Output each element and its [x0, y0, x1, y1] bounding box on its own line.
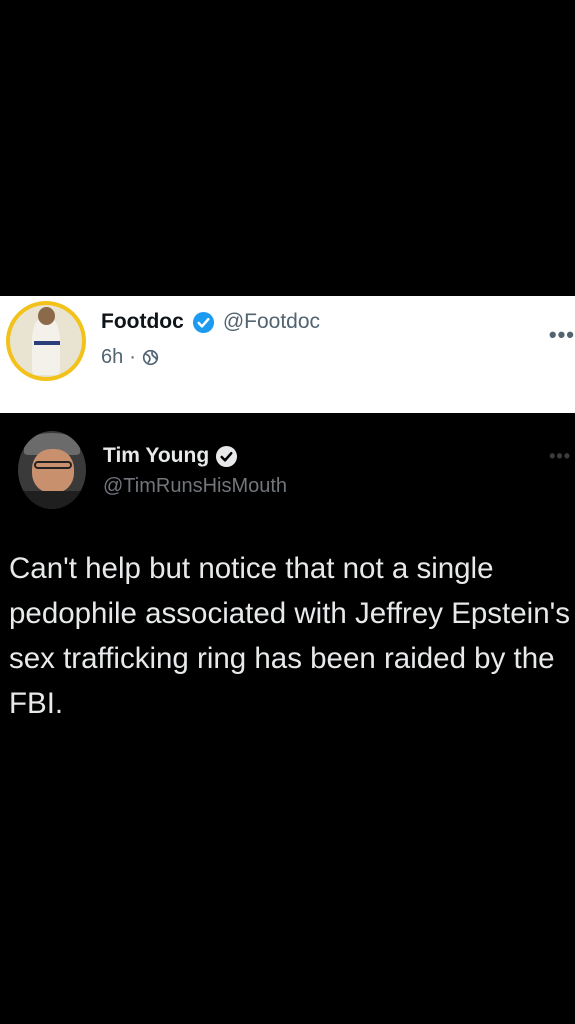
quoted-author-name[interactable]: Tim Young — [103, 444, 209, 468]
meta-separator: · — [129, 346, 136, 368]
avatar-shirt — [18, 491, 86, 509]
avatar[interactable] — [6, 301, 86, 381]
quoted-post-text: Can't help but notice that not a single … — [9, 552, 571, 720]
avatar-face — [32, 449, 74, 493]
quoted-author-row: Tim Young — [103, 444, 238, 468]
quoted-avatar[interactable] — [18, 431, 86, 509]
quoted-more-options-button[interactable]: ••• — [549, 446, 571, 467]
author-name[interactable]: Footdoc — [101, 310, 184, 334]
more-options-button[interactable]: ••• — [549, 322, 575, 348]
avatar-head — [38, 307, 55, 325]
avatar-figure — [32, 317, 60, 375]
author-row: Footdoc @Footdoc — [101, 310, 320, 334]
globe-icon — [142, 349, 159, 366]
verified-badge-icon — [216, 445, 238, 467]
avatar-shirt-stripe — [34, 341, 60, 345]
verified-badge-icon — [192, 311, 214, 333]
avatar-glasses — [34, 461, 72, 469]
author-handle[interactable]: @Footdoc — [223, 310, 320, 334]
post-meta: 6h · — [101, 346, 159, 369]
avatar-image — [10, 305, 82, 377]
outer-post-header: Footdoc @Footdoc 6h · ••• — [0, 296, 575, 413]
post-time[interactable]: 6h — [101, 346, 123, 369]
quoted-author-handle[interactable]: @TimRunsHisMouth — [103, 475, 287, 498]
